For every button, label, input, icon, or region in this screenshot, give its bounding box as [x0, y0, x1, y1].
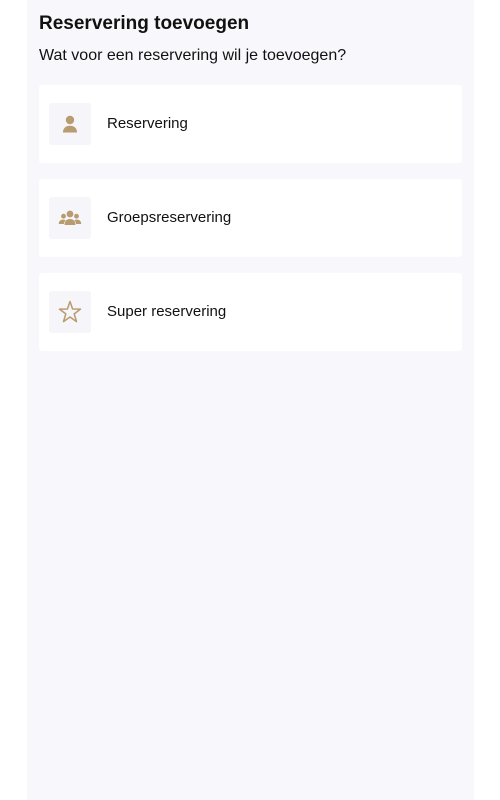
option-super-reservering[interactable]: Super reservering: [39, 273, 462, 351]
option-icon-box: [49, 103, 91, 145]
page-subtitle: Wat voor een reservering wil je toevoege…: [39, 47, 347, 64]
option-label: Groepsreservering: [107, 209, 232, 226]
person-icon: [63, 115, 77, 133]
reservation-type-panel: Reservering toevoegen Wat voor een reser…: [27, 0, 474, 800]
option-icon-box: [49, 197, 91, 239]
page-title: Reservering toevoegen: [39, 13, 250, 34]
option-reservering[interactable]: Reservering: [39, 85, 462, 163]
group-icon: [58, 210, 82, 225]
option-groepsreservering[interactable]: Groepsreservering: [39, 179, 462, 257]
option-label: Reservering: [107, 115, 188, 132]
option-label: Super reservering: [107, 303, 227, 320]
option-icon-box: [49, 291, 91, 333]
star-icon: [58, 300, 82, 323]
